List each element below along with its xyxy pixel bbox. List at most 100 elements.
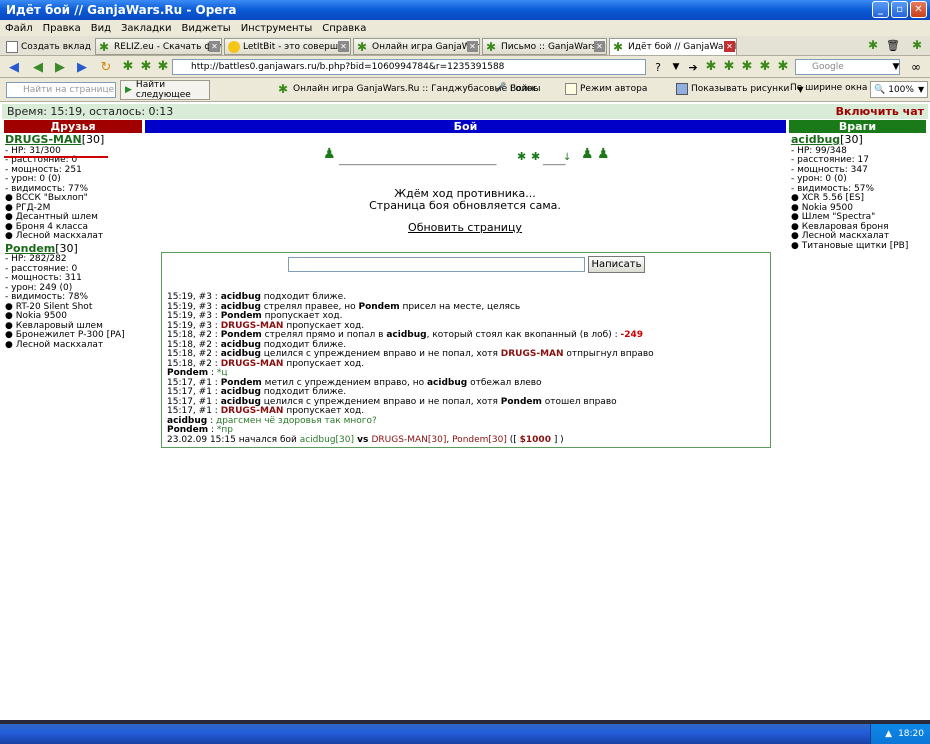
log-segment: : <box>208 425 217 435</box>
trash-icon[interactable]: 🗑 <box>886 39 900 52</box>
menu-tools[interactable]: Инструменты <box>236 23 318 34</box>
menu-file[interactable]: Файл <box>0 23 38 34</box>
tab-letter[interactable]: ✱ Письмо :: GanjaWars.Ru... ✕ <box>482 38 607 55</box>
menu-bar: Файл Правка Вид Закладки Виджеты Инструм… <box>0 20 930 36</box>
leaf-icon[interactable]: ✱ <box>739 59 755 75</box>
log-segment: подходит ближе. <box>260 292 347 302</box>
log-segment: acidbug <box>220 292 261 302</box>
minimize-button[interactable]: _ <box>872 1 889 18</box>
menu-view[interactable]: Вид <box>86 23 116 34</box>
enable-chat-link[interactable]: Включить чат <box>836 105 924 118</box>
opera-link-icon[interactable]: ∞ <box>908 59 924 75</box>
leaf-icon[interactable]: ✱ <box>703 59 719 75</box>
log-segment: acidbug <box>167 415 208 426</box>
log-segment: пропускает ход. <box>283 320 365 331</box>
log-segment: 15:17, #1 : <box>167 406 221 416</box>
menu-widgets[interactable]: Виджеты <box>177 23 236 34</box>
chevron-down-icon[interactable]: ▼ <box>668 59 684 75</box>
log-segment: Pondem <box>500 396 542 407</box>
tab-reliz[interactable]: ✱ RELIZ.eu - Скачать фил... ✕ <box>95 38 222 55</box>
soldier-down-icon: ✱ <box>517 150 527 163</box>
distance-line: ___________________________________ <box>339 156 497 166</box>
leaf-icon[interactable]: ✱ <box>775 59 791 75</box>
rewind-icon[interactable]: ◀ <box>30 59 46 75</box>
show-images-button[interactable]: Показывать рисунки ▼ <box>676 83 804 95</box>
leaf-icon[interactable]: ✱ <box>120 59 136 75</box>
log-segment: целился с упреждением вправо и не попал,… <box>260 396 501 407</box>
item-name: Бронежилет Р-300 [PA] <box>15 330 125 340</box>
log-segment: *пр <box>216 425 233 435</box>
author-mode-button[interactable]: Режим автора ▼ <box>565 83 684 95</box>
zoom-value: 100% <box>888 84 914 95</box>
chat-input[interactable] <box>288 257 585 272</box>
reload-icon[interactable]: ↻ <box>98 59 114 75</box>
chevron-down-icon: ▼ <box>917 85 925 94</box>
log-segment: метил с упреждением вправо, но <box>261 377 427 388</box>
player-name-link[interactable]: acidbug <box>791 133 840 146</box>
tray-icon[interactable]: ▲ <box>885 729 892 739</box>
back-icon[interactable]: ◀ <box>6 59 22 75</box>
close-tab-icon[interactable]: ✕ <box>209 41 220 52</box>
author-mode-label: Режим автора <box>580 84 648 94</box>
log-segment: присел на месте, целясь <box>399 301 521 312</box>
zoom-select[interactable]: 🔍 100% ▼ <box>870 81 929 98</box>
log-segment: acidbug <box>220 396 261 407</box>
forward-icon[interactable]: ▶ <box>52 59 68 75</box>
menu-help[interactable]: Справка <box>317 23 371 34</box>
refresh-page-link[interactable]: Обновить страницу <box>145 221 785 234</box>
find-on-page-input[interactable]: Найти на странице <box>6 82 116 98</box>
tab-bar: Создать вкладку ✱ RELIZ.eu - Скачать фил… <box>0 36 930 56</box>
leaf-icon[interactable]: ✱ <box>138 59 154 75</box>
bookmark-page-icon[interactable]: ➔ <box>685 59 701 75</box>
player-name-link[interactable]: Pondem <box>5 242 55 255</box>
log-segment: *ц <box>216 368 228 378</box>
player-level: [30] <box>55 241 78 255</box>
log-segment: DRUGS-MAN <box>220 358 284 369</box>
close-window-button[interactable]: ✕ <box>910 1 927 18</box>
chevron-down-icon[interactable]: ▼ <box>888 59 904 75</box>
send-button[interactable]: Написать <box>588 256 645 273</box>
menu-edit[interactable]: Правка <box>38 23 86 34</box>
tab-battle[interactable]: ✱ Идёт бой // GanjaWars.Ru ✕ <box>609 38 737 55</box>
fast-forward-icon[interactable]: ▶ <box>74 59 90 75</box>
close-tab-icon[interactable]: ✕ <box>338 41 349 52</box>
window-title: Идёт бой // GanjaWars.Ru - Opera <box>6 3 237 17</box>
friend-entry: Pondem[30] - HP: 282/282 - расстояние: 0… <box>5 241 145 351</box>
voice-button[interactable]: 🎤 Голос <box>495 83 537 95</box>
clock: 18:20 <box>898 729 924 739</box>
enemies-header: Враги <box>789 120 926 133</box>
system-tray: ▲ 18:20 <box>870 724 930 744</box>
item-name: ВССК "Выхлоп" <box>15 193 88 203</box>
taskbar: ▲ 18:20 <box>0 724 930 744</box>
maximize-button[interactable]: ▫ <box>891 1 908 18</box>
leaf-icon[interactable]: ✱ <box>721 59 737 75</box>
close-tab-icon[interactable]: ✕ <box>724 41 735 52</box>
close-tab-icon[interactable]: ✕ <box>467 41 478 52</box>
leaf-icon[interactable]: ✱ <box>757 59 773 75</box>
fit-width-button[interactable]: По ширине окна <box>790 83 867 93</box>
log-segment: подходит ближе. <box>260 339 347 350</box>
leaf-icon[interactable]: ✱ <box>868 39 878 51</box>
player-name-link[interactable]: DRUGS-MAN <box>5 133 82 146</box>
address-bar: ◀ ◀ ▶ ▶ ↻ ✱ ✱ ✱ http://battles0.ganjawar… <box>0 56 930 78</box>
log-segment: -249 <box>620 330 644 340</box>
leaf-icon[interactable]: ✱ <box>155 59 171 75</box>
close-tab-icon[interactable]: ✕ <box>594 41 605 52</box>
log-segment: 15:19, #3 : <box>167 292 221 302</box>
log-segment: целился с упреждением вправо и не попал,… <box>260 349 501 359</box>
leaf-icon: ✱ <box>278 82 289 96</box>
tab-letitbit[interactable]: LetItBit - это совершенн... ✕ <box>224 38 351 55</box>
item-name: Nokia 9500 <box>801 202 853 213</box>
leaf-icon[interactable]: ✱ <box>912 39 922 51</box>
new-tab-button[interactable]: Создать вкладку <box>3 38 91 55</box>
help-icon[interactable]: ? <box>650 59 666 75</box>
tab-ganjawars[interactable]: ✱ Онлайн игра GanjaWars... ✕ <box>353 38 480 55</box>
player-level: [30] <box>81 133 105 146</box>
tab-label: RELIZ.eu - Скачать фил... <box>114 41 222 52</box>
log-segment: подходит ближе. <box>260 387 347 397</box>
find-next-button[interactable]: ▶ Найти следующее <box>120 80 210 100</box>
log-segment: 15:17, #1 : <box>167 396 221 407</box>
url-input[interactable]: http://battles0.ganjawars.ru/b.php?bid=1… <box>172 59 646 75</box>
menu-bookmarks[interactable]: Закладки <box>116 23 177 34</box>
search-input[interactable]: Google <box>795 59 900 75</box>
